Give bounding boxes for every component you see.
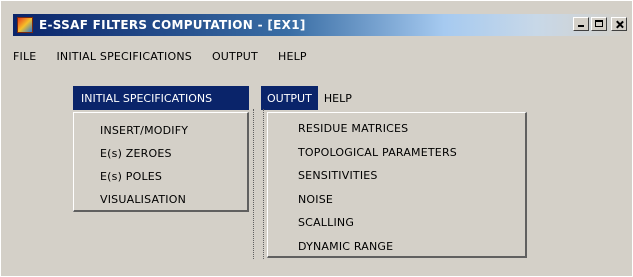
maximize-icon[interactable] — [591, 17, 607, 31]
menu-header-help[interactable]: HELP — [317, 86, 358, 110]
menu-item-residue-matrices[interactable]: RESIDUE MATRICES — [268, 117, 525, 141]
menu-item-visualisation[interactable]: VISUALISATION — [74, 188, 247, 211]
menu-header-output[interactable]: OUTPUT — [261, 86, 318, 110]
window-title: E-SSAF FILTERS COMPUTATION - [EX1] — [39, 18, 306, 32]
expanded-menu-header: INITIAL SPECIFICATIONS OUTPUT HELP — [73, 86, 358, 110]
menu-output[interactable]: OUTPUT — [212, 50, 258, 63]
output-dropdown: RESIDUE MATRICES TOPOLOGICAL PARAMETERS … — [267, 112, 527, 258]
initial-specifications-dropdown: INSERT/MODIFY E(s) ZEROES E(s) POLES VIS… — [73, 112, 249, 212]
menu-header-initial-specifications[interactable]: INITIAL SPECIFICATIONS — [73, 86, 249, 110]
app-icon — [17, 17, 33, 33]
close-icon[interactable] — [611, 17, 627, 31]
menu-item-scalling[interactable]: SCALLING — [268, 211, 525, 235]
menu-bar: FILE INITIAL SPECIFICATIONS OUTPUT HELP — [13, 47, 327, 65]
menu-item-es-poles[interactable]: E(s) POLES — [74, 165, 247, 188]
menu-item-topological-parameters[interactable]: TOPOLOGICAL PARAMETERS — [268, 141, 525, 165]
menu-file[interactable]: FILE — [13, 50, 36, 63]
menu-item-es-zeroes[interactable]: E(s) ZEROES — [74, 142, 247, 165]
menu-initial-specifications[interactable]: INITIAL SPECIFICATIONS — [56, 50, 191, 63]
menu-item-insert-modify[interactable]: INSERT/MODIFY — [74, 119, 247, 142]
app-window: E-SSAF FILTERS COMPUTATION - [EX1] FILE … — [0, 0, 633, 277]
window-controls — [573, 17, 627, 31]
menu-help[interactable]: HELP — [278, 50, 307, 63]
dotted-separator — [263, 109, 264, 259]
menu-item-sensitivities[interactable]: SENSITIVITIES — [268, 164, 525, 188]
title-bar[interactable]: E-SSAF FILTERS COMPUTATION - [EX1] — [13, 14, 629, 36]
menu-item-noise[interactable]: NOISE — [268, 188, 525, 212]
menu-item-dynamic-range[interactable]: DYNAMIC RANGE — [268, 235, 525, 259]
minimize-icon[interactable] — [573, 17, 589, 31]
dotted-separator — [253, 109, 254, 259]
